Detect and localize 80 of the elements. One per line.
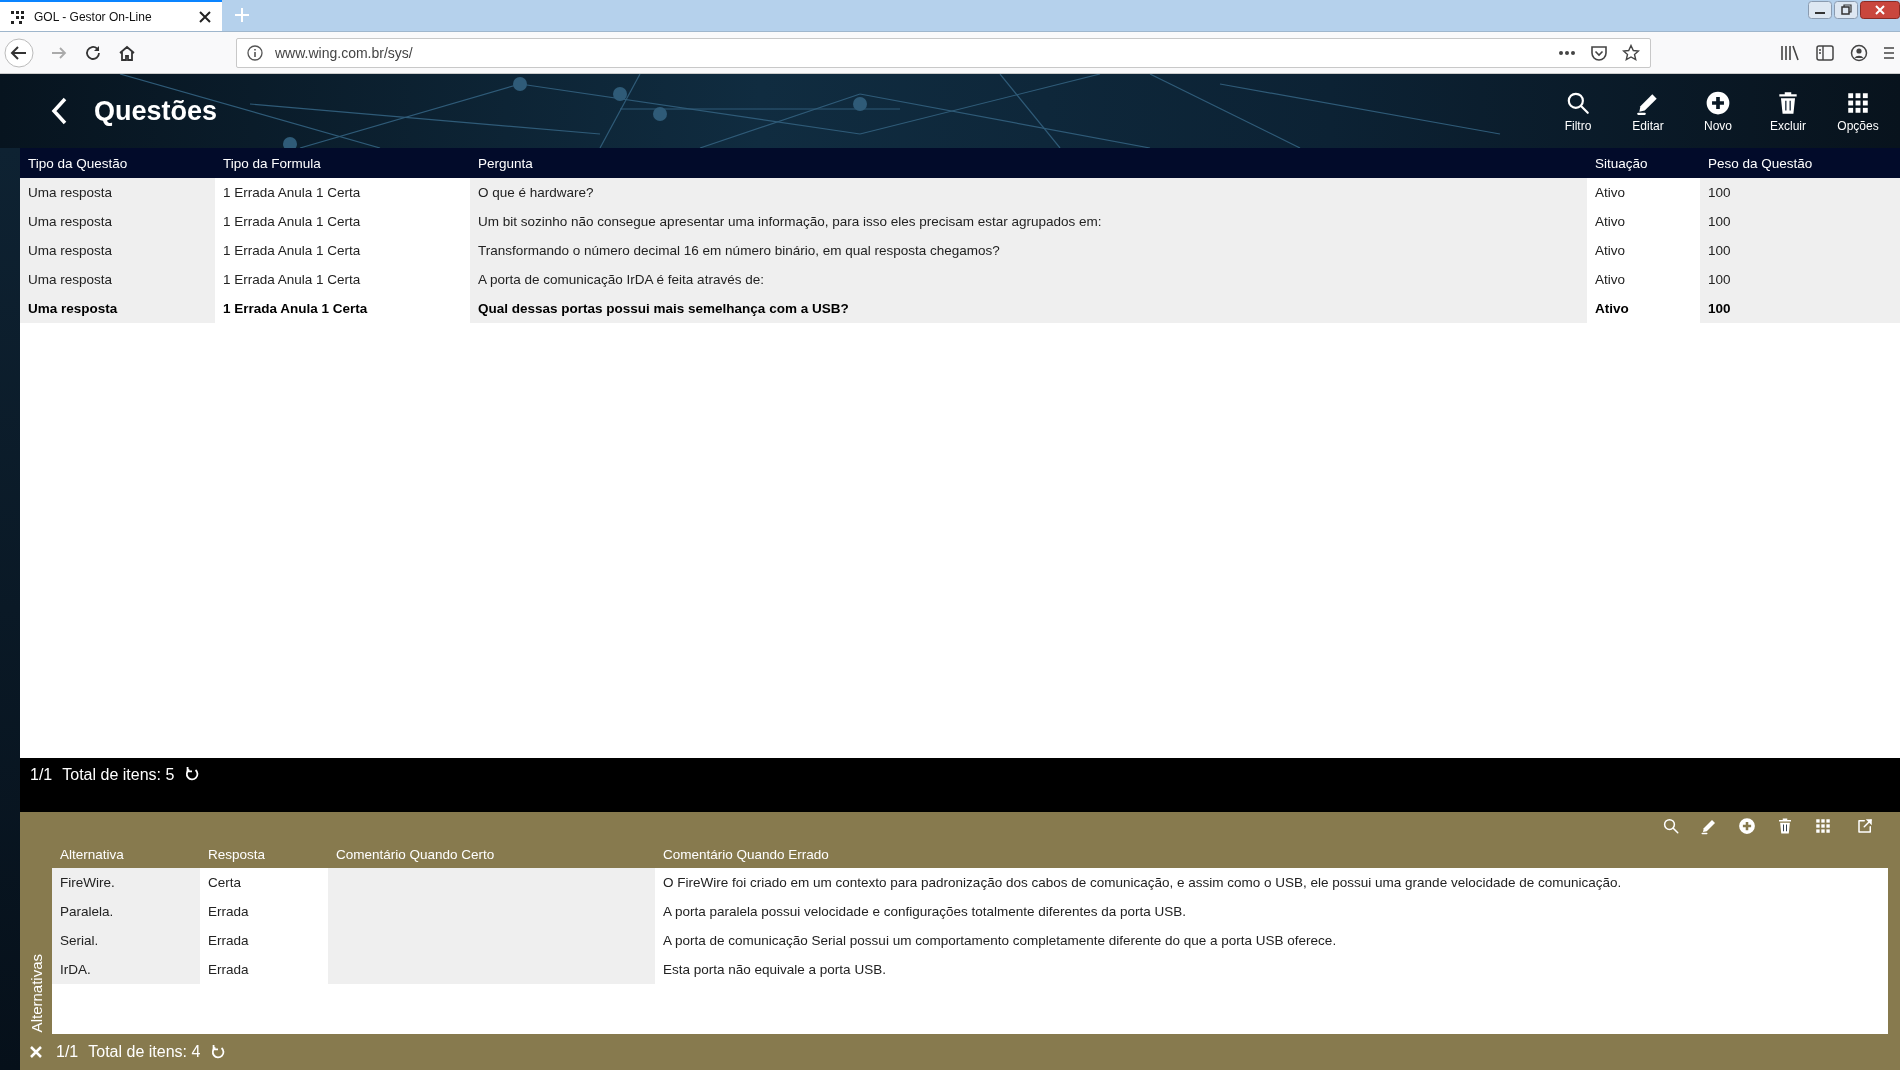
- toolbar-button[interactable]: Novo: [1686, 85, 1750, 137]
- restore-icon[interactable]: [1834, 1, 1858, 19]
- table-cell: Ativo: [1587, 207, 1700, 236]
- page-title: Questões: [94, 95, 218, 127]
- table-cell: IrDA.: [52, 955, 200, 984]
- address-bar[interactable]: www.wing.com.br/sys/: [236, 37, 1651, 68]
- more-dots-icon[interactable]: [1558, 49, 1576, 56]
- table-cell: 100: [1700, 265, 1900, 294]
- close-icon[interactable]: [198, 9, 212, 24]
- table-cell: 1 Errada Anula 1 Certa: [215, 294, 470, 323]
- menu-icon[interactable]: [1884, 44, 1894, 61]
- table-cell: 1 Errada Anula 1 Certa: [215, 265, 470, 294]
- table-cell: Uma resposta: [20, 294, 215, 323]
- table-cell: Certa: [200, 868, 328, 897]
- total-count: Total de itens: 4: [88, 1043, 201, 1061]
- trash-icon[interactable]: [1776, 817, 1794, 835]
- table-cell: Errada: [200, 955, 328, 984]
- search-icon[interactable]: [1662, 817, 1680, 835]
- account-icon[interactable]: [1850, 43, 1868, 62]
- home-icon[interactable]: [118, 43, 136, 62]
- column-header[interactable]: Peso da Questão: [1700, 148, 1900, 178]
- table-cell: Qual dessas portas possui mais semelhança com a USB?: [470, 294, 1587, 323]
- table-cell: O FireWire foi criado em um contexto para padronização dos cabos de comunicação, e assim como o USB, ele possui uma grande velocidade de comunicação.: [655, 868, 1888, 897]
- table-cell: Um bit sozinho não consegue apresentar uma informação, para isso eles precisam estar agrupados em:: [470, 207, 1587, 236]
- page-indicator: 1/1: [56, 1043, 79, 1061]
- close-icon[interactable]: [1860, 1, 1900, 19]
- column-header[interactable]: Comentário Quando Certo: [328, 840, 655, 868]
- table-cell: 100: [1700, 178, 1900, 207]
- total-count: Total de itens: 5: [62, 766, 175, 784]
- site-favicon-icon: [10, 8, 26, 25]
- table-cell: Uma resposta: [20, 265, 215, 294]
- table-cell: 1 Errada Anula 1 Certa: [215, 178, 470, 207]
- panel-title: Alternativas: [27, 953, 45, 1032]
- column-header[interactable]: Resposta: [200, 840, 328, 868]
- table-cell: A porta de comunicação IrDA é feita através de:: [470, 265, 1587, 294]
- table-cell: O que é hardware?: [470, 178, 1587, 207]
- table-cell: 100: [1700, 294, 1900, 323]
- pencil-icon[interactable]: [1700, 817, 1718, 835]
- external-link-icon[interactable]: [1856, 817, 1874, 835]
- refresh-icon[interactable]: [184, 766, 201, 782]
- info-icon[interactable]: [247, 44, 263, 61]
- table-cell: 100: [1700, 236, 1900, 265]
- column-header[interactable]: Pergunta: [470, 148, 1587, 178]
- back-chevron-icon[interactable]: [50, 97, 68, 125]
- table-cell: Uma resposta: [20, 207, 215, 236]
- table-cell: Serial.: [52, 926, 200, 955]
- table-cell: Ativo: [1587, 236, 1700, 265]
- table-cell: FireWire.: [52, 868, 200, 897]
- column-header[interactable]: Tipo da Questão: [20, 148, 215, 178]
- table-cell: Paralela.: [52, 897, 200, 926]
- table-cell: Uma resposta: [20, 236, 215, 265]
- star-icon[interactable]: [1622, 43, 1640, 62]
- column-header[interactable]: Situação: [1587, 148, 1700, 178]
- tab-title: GOL - Gestor On-Line: [34, 9, 153, 24]
- table-cell: Errada: [200, 897, 328, 926]
- browser-tab[interactable]: GOL - Gestor On-Line: [0, 0, 222, 31]
- table-cell: Transformando o número decimal 16 em número binário, em qual resposta chegamos?: [470, 236, 1587, 265]
- grid-icon[interactable]: [1814, 817, 1832, 835]
- table-cell: 100: [1700, 207, 1900, 236]
- url-text: www.wing.com.br/sys/: [275, 44, 413, 61]
- table-cell: 1 Errada Anula 1 Certa: [215, 207, 470, 236]
- toolbar-button[interactable]: Filtro: [1546, 85, 1610, 137]
- minimize-icon[interactable]: [1808, 1, 1832, 19]
- table-cell: 1 Errada Anula 1 Certa: [215, 236, 470, 265]
- reload-icon[interactable]: [84, 43, 102, 62]
- table-cell: Ativo: [1587, 294, 1700, 323]
- toolbar-button[interactable]: Editar: [1616, 85, 1680, 137]
- table-cell: Ativo: [1587, 265, 1700, 294]
- toolbar-button[interactable]: Excluir: [1756, 85, 1820, 137]
- sidebar-icon[interactable]: [1816, 44, 1834, 61]
- column-header[interactable]: Alternativa: [52, 840, 200, 868]
- table-cell: Ativo: [1587, 178, 1700, 207]
- page-indicator: 1/1: [30, 766, 53, 784]
- shield-icon[interactable]: [1590, 43, 1608, 62]
- table-cell: Uma resposta: [20, 178, 215, 207]
- library-icon[interactable]: [1780, 43, 1800, 62]
- table-cell: Errada: [200, 926, 328, 955]
- toolbar-button[interactable]: Opções: [1826, 85, 1890, 137]
- column-header[interactable]: Tipo da Formula: [215, 148, 470, 178]
- column-header[interactable]: Comentário Quando Errado: [655, 840, 1888, 868]
